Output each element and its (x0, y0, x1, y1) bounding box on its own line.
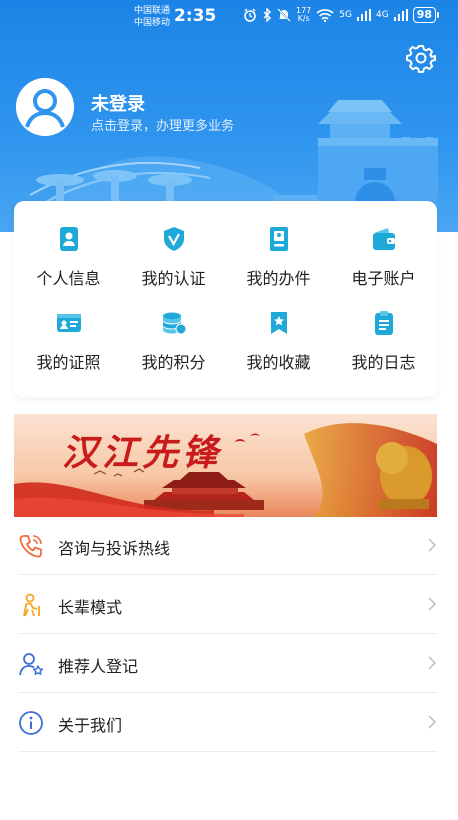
clipboard-icon (374, 311, 393, 335)
bookmark-star-icon (270, 312, 287, 334)
grid-item-e-account[interactable]: 电子账户 (331, 213, 436, 297)
status-indicators: 177 K/s 5G 4G 98 (243, 7, 440, 23)
menu-label: 关于我们 (58, 716, 123, 735)
mute-icon (277, 8, 291, 22)
menu-item-about-us[interactable]: 关于我们 (18, 694, 437, 752)
id-card-icon (56, 314, 81, 332)
wifi-icon (316, 9, 334, 22)
grid-item-my-favorites[interactable]: 我的收藏 (226, 297, 331, 381)
shield-check-icon (163, 227, 184, 251)
grid-item-my-cases[interactable]: 我的办件 (226, 213, 331, 297)
user-star-icon (19, 653, 44, 676)
phone-icon (19, 535, 42, 558)
carrier-labels: 中国联通 中国移动 (134, 5, 170, 29)
chevron-right-icon (428, 656, 437, 670)
menu-label: 咨询与投诉热线 (58, 539, 171, 558)
bluetooth-icon (263, 8, 271, 22)
menu-label: 长辈模式 (58, 598, 123, 617)
menu-label: 推荐人登记 (58, 657, 139, 676)
menu-item-hotline[interactable]: 咨询与投诉热线 (18, 517, 437, 575)
grid-item-my-auth[interactable]: 我的认证 (121, 213, 226, 297)
grid-label: 我的积分 (141, 353, 206, 372)
network-4g: 4G (375, 10, 389, 20)
document-person-icon (269, 227, 288, 251)
menu-item-referrer-register[interactable]: 推荐人登记 (18, 635, 437, 693)
wallet-icon (372, 228, 395, 250)
person-card-icon (59, 227, 78, 251)
chevron-right-icon (428, 715, 437, 729)
promo-banner[interactable]: 汉江先锋 (14, 414, 437, 517)
banner-title: 汉江先锋 (62, 432, 223, 474)
carrier-1: 中国联通 (134, 6, 171, 16)
clock: 2:35 (174, 6, 217, 26)
status-bar: 中国联通 中国移动 2:35 177 K/s 5G 4G 98 (0, 0, 458, 34)
signal-icon-2 (393, 9, 408, 21)
speed-unit: K/s (297, 14, 310, 23)
grid-label: 个人信息 (36, 269, 101, 288)
alarm-icon (244, 8, 256, 22)
grid-item-my-points[interactable]: 我的积分 (121, 297, 226, 381)
grid-item-my-licenses[interactable]: 我的证照 (16, 297, 121, 381)
elder-icon (23, 593, 40, 617)
grid-item-personal-info[interactable]: 个人信息 (16, 213, 121, 297)
grid-label: 我的办件 (246, 269, 311, 288)
grid-label: 我的认证 (141, 269, 206, 288)
profile-header: 中国联通 中国移动 2:35 177 K/s 5G 4G 98 未登录 点击登录，… (0, 0, 458, 232)
info-icon (19, 711, 43, 735)
grid-label: 我的证照 (36, 353, 101, 372)
signal-icon (356, 9, 371, 21)
coins-icon (162, 312, 186, 335)
network-speed: 177 K/s (296, 7, 311, 23)
menu-item-elder-mode[interactable]: 长辈模式 (18, 576, 437, 634)
chevron-right-icon (428, 538, 437, 552)
network-5g: 5G (339, 10, 352, 20)
chevron-right-icon (428, 597, 437, 611)
grid-label: 电子账户 (351, 269, 416, 288)
grid-label: 我的日志 (351, 353, 416, 372)
grid-label: 我的收藏 (246, 353, 311, 372)
battery-indicator: 98 (412, 7, 440, 23)
service-grid-card: 个人信息 我的认证 我的办件 电子账户 我的证照 我的积分 我的收藏 我的日志 (14, 201, 437, 397)
carrier-2: 中国移动 (134, 18, 171, 28)
settings-gear-icon[interactable] (406, 43, 436, 73)
grid-item-my-logs[interactable]: 我的日志 (331, 297, 436, 381)
